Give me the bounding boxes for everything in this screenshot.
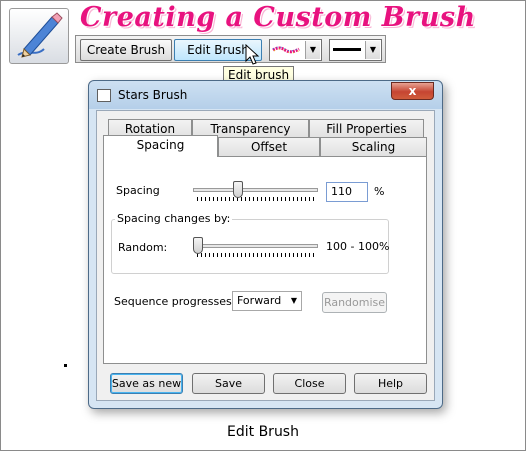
sequence-selected-value: Forward xyxy=(237,294,282,307)
dialog-close-button[interactable]: x xyxy=(391,82,434,100)
bullet-dot xyxy=(64,364,67,367)
tab-fill-properties[interactable]: Fill Properties xyxy=(309,119,424,138)
slider-track xyxy=(193,244,318,248)
spacing-value-field[interactable]: 110 xyxy=(326,182,368,202)
mouse-pointer-icon xyxy=(245,44,260,65)
window-icon xyxy=(97,89,111,102)
spacing-unit-label: % xyxy=(374,185,385,198)
figure-caption: Edit Brush xyxy=(227,424,299,440)
slider-ticks xyxy=(197,197,314,201)
save-as-new-button[interactable]: Save as new xyxy=(110,373,183,394)
close-button[interactable]: Close xyxy=(273,373,346,394)
save-button[interactable]: Save xyxy=(192,373,265,394)
page-title: Creating a Custom Brush xyxy=(80,2,476,33)
tab-offset[interactable]: Offset xyxy=(218,137,320,156)
tab-scaling[interactable]: Scaling xyxy=(320,137,427,156)
slider-thumb[interactable] xyxy=(193,237,203,254)
chevron-down-icon: ▼ xyxy=(290,296,297,305)
stars-brush-dialog: Stars Brush x Rotation Transparency Fill… xyxy=(88,80,443,409)
spacing-changes-label: Spacing changes by: xyxy=(115,212,233,225)
slider-thumb[interactable] xyxy=(233,181,243,198)
chevron-down-icon[interactable]: ▼ xyxy=(305,41,320,59)
sequence-dropdown[interactable]: Forward ▼ xyxy=(232,291,302,311)
brush-pencil-icon xyxy=(9,8,69,64)
dialog-title: Stars Brush xyxy=(118,88,188,102)
brush-stroke-preview-icon xyxy=(272,46,301,54)
dialog-client-area: Rotation Transparency Fill Properties Sp… xyxy=(96,110,435,401)
spacing-slider[interactable] xyxy=(193,180,318,202)
create-brush-button[interactable]: Create Brush xyxy=(80,39,172,61)
chevron-down-icon[interactable]: ▼ xyxy=(365,41,380,59)
help-button[interactable]: Help xyxy=(354,373,427,394)
sequence-label: Sequence progresses: xyxy=(114,295,236,308)
random-slider[interactable] xyxy=(193,236,318,258)
tab-spacing[interactable]: Spacing xyxy=(103,135,218,157)
close-icon: x xyxy=(408,84,417,98)
brush-toolbar: Create Brush Edit Brush ▼ ▼ xyxy=(75,35,386,63)
brush-stroke-dropdown[interactable]: ▼ xyxy=(269,39,322,61)
slider-ticks xyxy=(197,253,314,257)
randomise-button[interactable]: Randomise xyxy=(322,292,387,313)
slider-track xyxy=(193,188,318,192)
spacing-tab-panel: Spacing 110 % Spacing changes by: Random… xyxy=(103,156,427,364)
line-weight-dropdown[interactable]: ▼ xyxy=(329,39,382,61)
line-weight-preview-icon xyxy=(333,48,361,51)
spacing-label: Spacing xyxy=(116,184,160,197)
random-label: Random: xyxy=(118,241,168,254)
random-range-text: 100 - 100% xyxy=(326,240,390,253)
